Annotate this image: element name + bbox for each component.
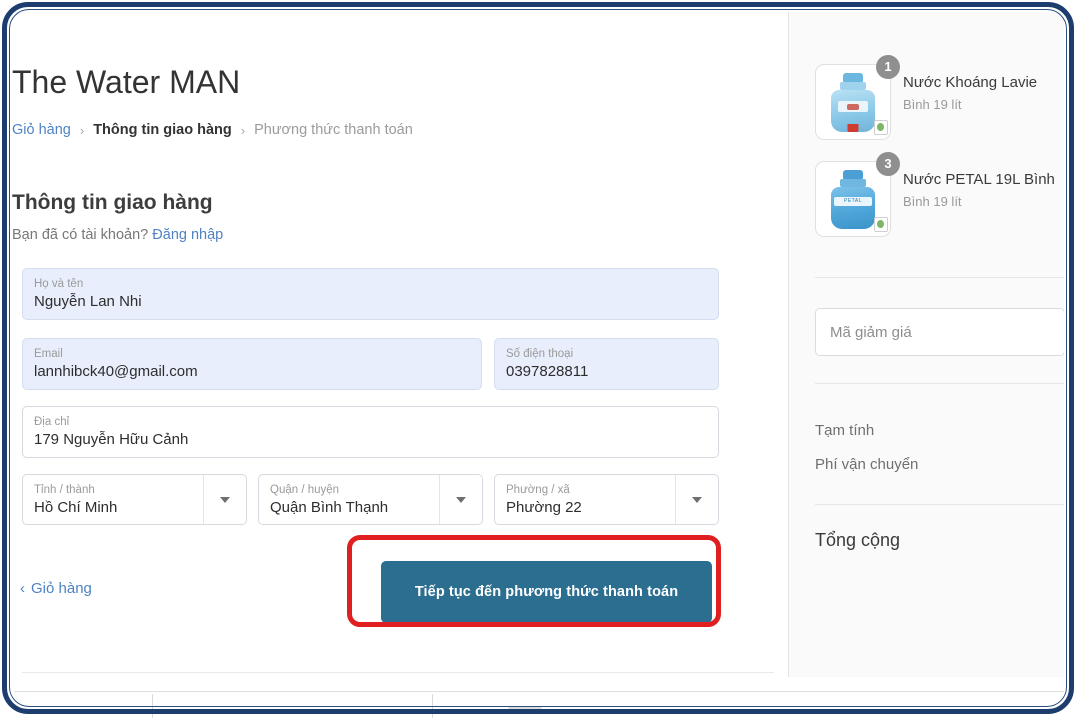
list-item[interactable]: PETAL 3 Nước PETAL 19L Bình Bình 19 lít [815,152,1064,237]
shipping-fee-label: Phí vận chuyển [815,456,919,473]
breadcrumb-item-payment: Phương thức thanh toán [254,122,413,138]
account-prompt: Bạn đã có tài khoản? Đăng nhập [12,227,223,243]
ward-select[interactable]: Phường / xã Phường 22 [494,474,719,525]
ward-label: Phường / xã [506,484,570,496]
chevron-left-icon: ‹ [20,580,25,597]
window-bottom-tick [152,694,153,718]
certification-badge-icon [874,217,888,232]
district-value: Quận Bình Thạnh [270,499,389,516]
chevron-down-icon [456,496,466,503]
discount-code-input[interactable] [815,308,1064,356]
account-prompt-text: Bạn đã có tài khoản? [12,227,149,243]
address-value: 179 Nguyễn Hữu Cảnh [34,431,189,448]
cart-item-thumbnail-wrap: PETAL 3 [815,152,900,237]
order-summary-panel: 1 Nước Khoáng Lavie Bình 19 lít PETAL 3 … [788,12,1064,677]
address-field[interactable]: Địa chỉ 179 Nguyễn Hữu Cảnh [22,406,719,458]
address-label: Địa chỉ [34,416,70,428]
ward-dropdown-arrow[interactable] [675,475,718,524]
continue-to-payment-button[interactable]: Tiếp tục đến phương thức thanh toán [381,561,712,623]
fullname-field[interactable]: Họ và tên Nguyễn Lan Nhi [22,268,719,320]
fullname-value: Nguyễn Lan Nhi [34,293,142,310]
quantity-badge: 3 [876,152,900,176]
water-bottle-icon [831,73,875,132]
email-field[interactable]: Email lannhibck40@gmail.com [22,338,482,390]
back-to-cart-label: Giỏ hàng [31,580,92,597]
section-title: Thông tin giao hàng [12,191,213,215]
province-value: Hồ Chí Minh [34,499,118,516]
subtotal-label: Tạm tính [815,422,875,439]
cart-item-name: Nước PETAL 19L Bình [903,171,1055,188]
checkout-left-column: The Water MAN Giỏ hàng › Thông tin giao … [12,12,788,677]
window-bottom-divider [14,691,1064,692]
email-label: Email [34,348,63,360]
quantity-badge: 1 [876,55,900,79]
left-column-divider [22,672,774,673]
summary-divider [815,504,1064,505]
water-bottle-icon: PETAL [831,170,875,229]
screenshot-canvas: The Water MAN Giỏ hàng › Thông tin giao … [0,0,1080,720]
breadcrumb-separator-icon: › [240,122,246,138]
window-bottom-chip [508,707,542,712]
district-select[interactable]: Quận / huyện Quận Bình Thạnh [258,474,483,525]
back-to-cart-link[interactable]: ‹ Giỏ hàng [20,580,92,597]
brand-title: The Water MAN [12,64,241,100]
total-label: Tổng cộng [815,530,901,550]
province-dropdown-arrow[interactable] [203,475,246,524]
breadcrumb-item-shipping[interactable]: Thông tin giao hàng [93,122,232,138]
email-value: lannhibck40@gmail.com [34,363,198,380]
summary-divider [815,383,1064,384]
district-select-text: Quận / huyện Quận Bình Thạnh [259,475,439,524]
fullname-label: Họ và tên [34,278,84,290]
cart-item-meta: Nước Khoáng Lavie Bình 19 lít [903,64,1064,114]
breadcrumb-separator-icon: › [79,122,85,138]
cart-item-name: Nước Khoáng Lavie [903,74,1038,91]
cart-item-meta: Nước PETAL 19L Bình Bình 19 lít [903,161,1064,211]
cart-item-variant: Bình 19 lít [903,97,962,112]
cart-item-variant: Bình 19 lít [903,194,962,209]
cart-item-thumbnail-wrap: 1 [815,55,900,140]
ward-select-text: Phường / xã Phường 22 [495,475,675,524]
breadcrumb: Giỏ hàng › Thông tin giao hàng › Phương … [12,122,413,138]
ward-value: Phường 22 [506,499,582,516]
summary-divider [815,277,1064,278]
breadcrumb-item-cart[interactable]: Giỏ hàng [12,122,71,138]
list-item[interactable]: 1 Nước Khoáng Lavie Bình 19 lít [815,55,1064,140]
district-label: Quận / huyện [270,484,340,496]
phone-value: 0397828811 [506,363,589,380]
chevron-down-icon [220,496,230,503]
province-select-text: Tỉnh / thành Hồ Chí Minh [23,475,203,524]
province-label: Tỉnh / thành [34,484,95,496]
phone-label: Số điện thoại [506,348,574,360]
window-bottom-tick [432,694,433,718]
district-dropdown-arrow[interactable] [439,475,482,524]
certification-badge-icon [874,120,888,135]
chevron-down-icon [692,496,702,503]
checkout-page: The Water MAN Giỏ hàng › Thông tin giao … [12,12,1064,692]
phone-field[interactable]: Số điện thoại 0397828811 [494,338,719,390]
province-select[interactable]: Tỉnh / thành Hồ Chí Minh [22,474,247,525]
login-link[interactable]: Đăng nhập [152,227,223,243]
